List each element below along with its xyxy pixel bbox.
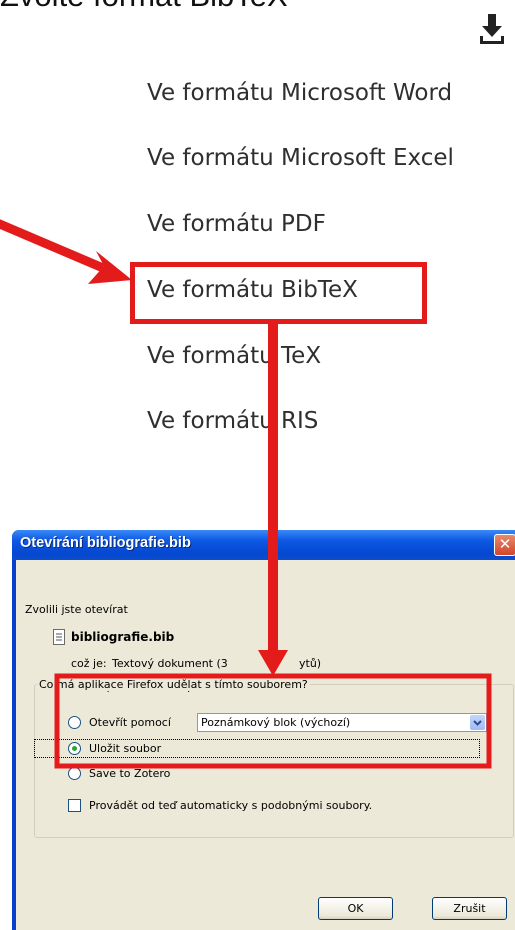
dialog-title: Otevírání bibliografie.bib [20,535,191,551]
text-file-icon [53,629,65,645]
action-question: Co má aplikace Firefox udělat s tímto so… [37,678,310,691]
menu-item-excel[interactable]: Ve formátu Microsoft Excel [147,145,454,171]
file-type-suffix: ytů) [299,657,322,670]
page-heading: Zvolte formát BibTeX [0,0,288,14]
radio-selected-dot [72,746,77,751]
open-with-label[interactable]: Otevřít pomocí [89,716,171,729]
dialog-body: Zvolili jste otevírat bibliografie.bib c… [16,560,515,930]
zotero-label[interactable]: Save to Zotero [89,767,170,780]
chevron-down-icon[interactable] [470,715,485,730]
arrow-to-bibtex-head [88,251,132,284]
open-with-select[interactable]: Poznámkový blok (výchozí) [197,713,487,732]
action-groupbox [34,684,514,838]
file-type-label: což je: [71,657,107,670]
arrow-to-bibtex [0,219,105,273]
open-with-select-value: Poznámkový blok (výchozí) [201,716,351,729]
bibtex-highlight-box [130,262,427,324]
ok-button[interactable]: OK [318,897,393,920]
intro-text: Zvolili jste otevírat [25,603,128,616]
save-file-radio[interactable] [68,742,81,755]
menu-item-ris[interactable]: Ve formátu RIS [147,408,318,434]
download-dialog: Otevírání bibliografie.bib ✕ Zvolili jst… [12,530,515,930]
close-icon[interactable]: ✕ [494,534,515,556]
menu-item-word[interactable]: Ve formátu Microsoft Word [147,80,452,106]
menu-item-tex[interactable]: Ve formátu TeX [147,343,321,369]
auto-checkbox-label[interactable]: Provádět od teď automaticky s podobnými … [89,799,372,812]
file-name: bibliografie.bib [71,630,175,644]
file-type-value: Textový dokument (3 [112,657,228,670]
download-icon[interactable] [478,12,506,46]
cancel-button[interactable]: Zrušit [432,897,507,920]
menu-item-pdf[interactable]: Ve formátu PDF [147,211,326,237]
zotero-radio[interactable] [68,767,81,780]
save-file-label[interactable]: Uložit soubor [89,742,161,755]
auto-checkbox[interactable] [68,799,81,812]
open-with-radio[interactable] [68,716,81,729]
dialog-titlebar: Otevírání bibliografie.bib ✕ [12,530,515,560]
